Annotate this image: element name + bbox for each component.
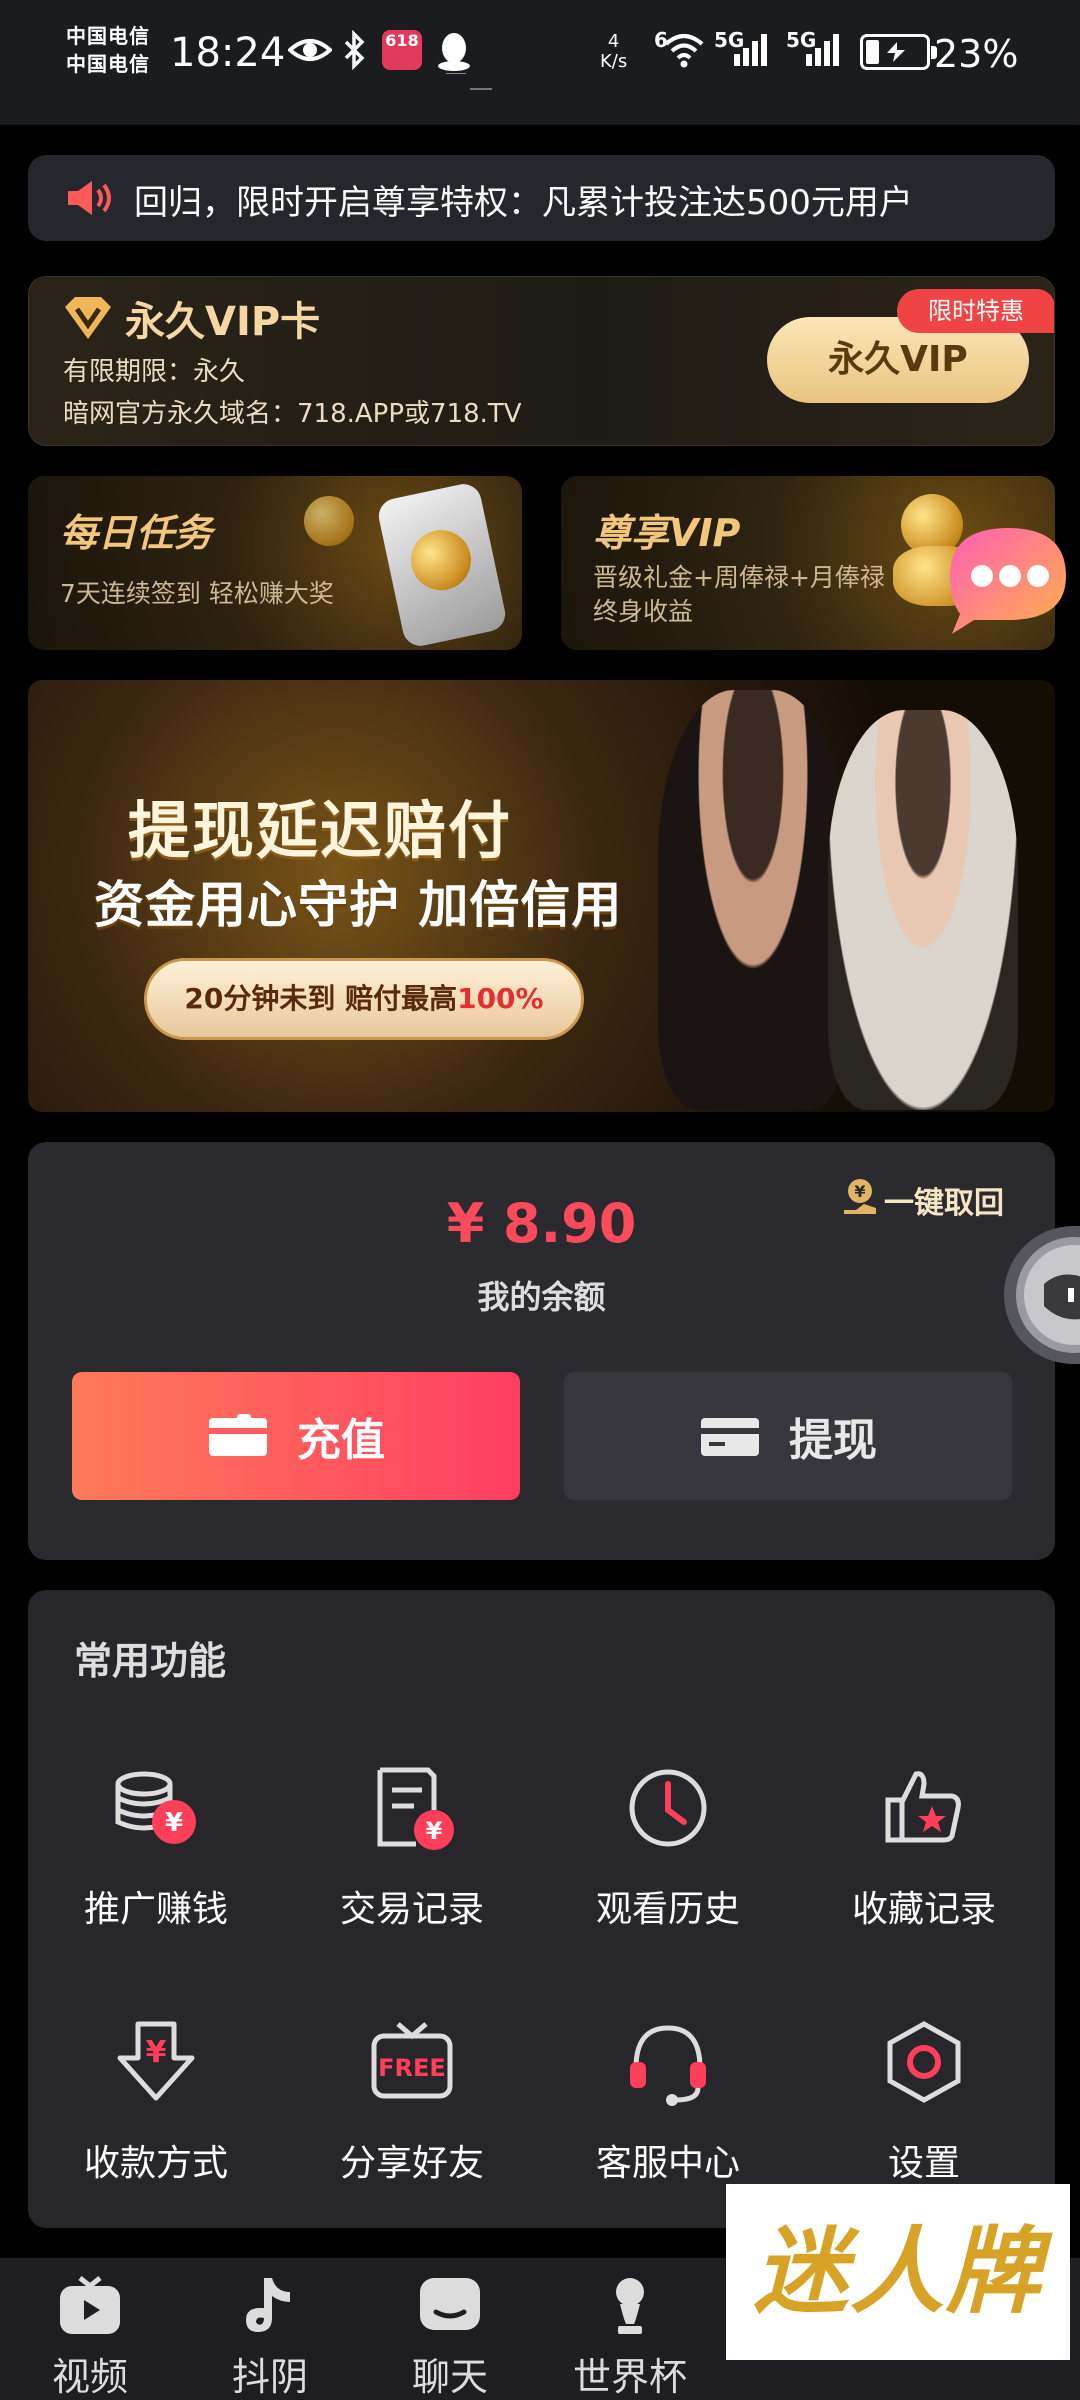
- feature-promote-earn[interactable]: ¥ 推广赚钱: [28, 1760, 284, 1960]
- svg-text:¥: ¥: [146, 2035, 167, 2070]
- feature-label: 交易记录: [339, 1889, 484, 1930]
- watermark-logo: 迷人牌: [726, 2184, 1070, 2360]
- vip-validity: 有限期限：永久: [63, 357, 246, 387]
- card-withdraw-icon: [701, 1418, 759, 1456]
- vip-card[interactable]: 永久VIP卡 有限期限：永久 暗网官方永久域名：718.APP或718.TV 永…: [28, 276, 1055, 446]
- free-tv-icon: FREE: [364, 2014, 460, 2110]
- vip-domain-line: 暗网官方永久域名：718.APP或718.TV: [63, 399, 522, 429]
- balance-card: ¥ 一键取回 ¥ 8.90 我的余额 充值 提现: [28, 1142, 1055, 1560]
- download-yen-icon: ¥: [108, 2014, 204, 2110]
- carrier-labels: 中国电信 中国电信: [66, 22, 162, 78]
- thumbs-up-star-icon: [876, 1760, 972, 1856]
- nav-label: 抖阴: [231, 2355, 308, 2399]
- svg-text:¥: ¥: [426, 1817, 443, 1845]
- card-icon: [209, 1414, 267, 1456]
- pill-prefix: 20分钟未到 赔付最高: [184, 982, 458, 1015]
- feature-label: 分享好友: [339, 2143, 484, 2184]
- bluetooth-icon: [342, 29, 368, 71]
- app-618-badge: 618: [382, 30, 422, 70]
- nav-douyin[interactable]: 抖阴: [180, 2258, 360, 2400]
- recharge-label: 充值: [297, 1415, 385, 1466]
- chat-icon: [416, 2272, 484, 2340]
- banner-headline: 提现延迟赔付: [128, 794, 513, 867]
- vip-diamond-icon: [63, 295, 113, 341]
- feature-label: 设置: [887, 2143, 960, 2184]
- promo-banner[interactable]: 提现延迟赔付 资金用心守护 加倍信用 20分钟未到 赔付最高100%: [28, 680, 1055, 1112]
- recharge-button[interactable]: 充值: [72, 1372, 520, 1500]
- headset-icon: [620, 2014, 716, 2110]
- withdraw-label: 提现: [789, 1415, 877, 1466]
- vip-privilege-title: 尊享VIP: [593, 511, 741, 555]
- common-features-panel: 常用功能 ¥ 推广赚钱 ¥ 交易记录 观看历史 收藏记录 ¥ 收款方式 FREE: [28, 1590, 1055, 2228]
- status-time: 18:24: [170, 30, 286, 76]
- settings-hexagon-icon: [876, 2014, 972, 2110]
- nav-chat[interactable]: 聊天: [360, 2258, 540, 2400]
- feature-label: 客服中心: [595, 2143, 740, 2184]
- phone-coin-icon: [375, 480, 509, 650]
- pill-highlight: 100%: [457, 982, 544, 1015]
- watermark-text: 迷人牌: [753, 2217, 1042, 2327]
- vip-privilege-subtitle-1: 晋级礼金+周俸禄+月俸禄: [593, 563, 885, 592]
- notification-underline: [470, 88, 492, 90]
- eye-icon: [287, 30, 333, 70]
- banner-model-image-left: [658, 690, 848, 1110]
- feature-label: 收藏记录: [851, 1889, 996, 1930]
- daily-task-title: 每日任务: [60, 511, 213, 555]
- svg-text:FREE: FREE: [378, 2054, 446, 2082]
- balance-label: 我的余额: [477, 1278, 606, 1316]
- coins-yen-icon: ¥: [108, 1760, 204, 1856]
- battery-icon: [860, 34, 937, 70]
- balance-amount: ¥ 8.90: [446, 1192, 637, 1255]
- clock-icon: [620, 1760, 716, 1856]
- speaker-icon: [64, 177, 116, 219]
- tv-play-icon: [56, 2272, 124, 2340]
- feature-share-friends[interactable]: FREE 分享好友: [284, 2014, 540, 2214]
- feature-payment-methods[interactable]: ¥ 收款方式: [28, 2014, 284, 2214]
- nav-world-cup[interactable]: 世界杯: [540, 2258, 720, 2400]
- wifi-icon: [662, 30, 706, 70]
- svg-text:¥: ¥: [165, 1808, 183, 1838]
- announcement-text: 回归，限时开启尊享特权：凡累计投注达500元用户: [134, 183, 913, 223]
- limited-offer-tag: 限时特惠: [897, 289, 1054, 333]
- feature-label: 观看历史: [595, 1889, 740, 1930]
- feature-favorites[interactable]: 收藏记录: [796, 1760, 1052, 1960]
- status-bar: 中国电信 中国电信 18:24 618 4 K/s 6 5G 5G 23%: [0, 0, 1080, 125]
- trophy-icon: [596, 2272, 664, 2340]
- nav-label: 视频: [51, 2355, 128, 2399]
- feature-watch-history[interactable]: 观看历史: [540, 1760, 796, 1960]
- vip-privilege-subtitle-2: 终身收益: [593, 597, 694, 626]
- feature-label: 收款方式: [83, 2143, 228, 2184]
- daily-task-card[interactable]: 每日任务 7天连续签到 轻松赚大奖: [28, 476, 522, 650]
- receipt-yen-icon: ¥: [364, 1760, 460, 1856]
- feature-label: 推广赚钱: [83, 1889, 228, 1930]
- vip-card-title: 永久VIP卡: [125, 299, 321, 345]
- sim1-signal-icon: [734, 34, 770, 68]
- battery-level-fill: [866, 40, 879, 64]
- announcement-marquee[interactable]: 回归，限时开启尊享特权：凡累计投注达500元用户: [28, 155, 1055, 241]
- carrier-label-1: 中国电信: [66, 24, 150, 48]
- qq-penguin-icon: [436, 30, 472, 75]
- features-title: 常用功能: [74, 1639, 227, 1683]
- speed-unit: K/s: [600, 51, 628, 72]
- battery-percent: 23%: [934, 32, 1019, 76]
- speed-value: 4: [607, 31, 620, 52]
- banner-subheadline: 资金用心守护 加倍信用: [94, 876, 623, 934]
- banner-compensation-pill: 20分钟未到 赔付最高100%: [144, 958, 584, 1040]
- withdraw-button[interactable]: 提现: [564, 1372, 1012, 1500]
- carrier-label-2: 中国电信: [66, 52, 150, 76]
- nav-label: 聊天: [411, 2355, 488, 2399]
- sim2-signal-icon: [806, 34, 842, 68]
- nav-label: 世界杯: [572, 2355, 687, 2399]
- banner-model-image-right: [828, 710, 1018, 1110]
- nav-video[interactable]: 视频: [0, 2258, 180, 2400]
- chat-bubble-icon[interactable]: [938, 520, 1080, 636]
- daily-task-subtitle: 7天连续签到 轻松赚大奖: [60, 579, 334, 608]
- network-speed: 4 K/s: [600, 32, 627, 72]
- coin-decoration: [304, 496, 354, 546]
- tiktok-icon: [236, 2272, 304, 2340]
- feature-transaction-records[interactable]: ¥ 交易记录: [284, 1760, 540, 1960]
